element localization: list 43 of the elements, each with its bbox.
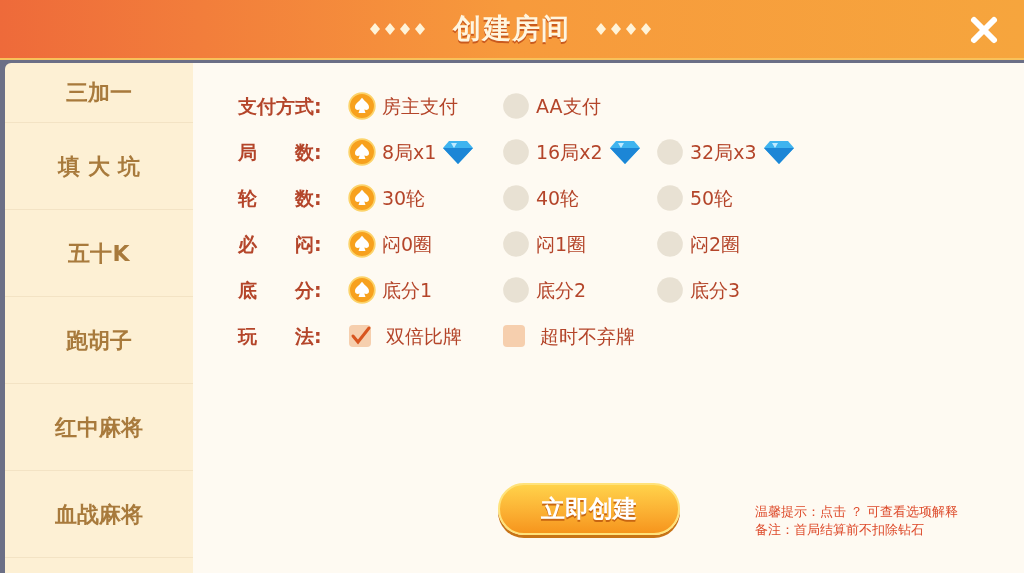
radio-button[interactable] xyxy=(348,92,376,120)
radio-button[interactable] xyxy=(348,138,376,166)
radio-button[interactable] xyxy=(502,184,530,212)
option-label: 40轮 xyxy=(536,185,580,211)
radio-button[interactable] xyxy=(348,276,376,304)
option-label: AA支付 xyxy=(536,93,601,119)
radio-button[interactable] xyxy=(656,230,684,258)
option-label: 50轮 xyxy=(690,185,734,211)
setting-label: 玩 法: xyxy=(238,323,323,349)
option-label: 闷2圈 xyxy=(690,231,741,257)
radio-button[interactable] xyxy=(502,276,530,304)
option-label: 房主支付 xyxy=(382,93,458,119)
checkbox[interactable] xyxy=(502,324,526,348)
close-icon xyxy=(968,14,1000,46)
option-label: 闷0圈 xyxy=(382,231,433,257)
option-label: 双倍比牌 xyxy=(386,323,462,349)
option-label: 超时不弃牌 xyxy=(540,323,635,349)
option-label: 底分2 xyxy=(536,277,587,303)
setting-label: 局 数: xyxy=(238,139,323,165)
radio-button[interactable] xyxy=(348,230,376,258)
radio-button[interactable] xyxy=(656,138,684,166)
option-label: 30轮 xyxy=(382,185,426,211)
radio-button[interactable] xyxy=(348,184,376,212)
hint-text: 温馨提示：点击 ？ 可查看选项解释 xyxy=(755,503,959,521)
option-label: 闷1圈 xyxy=(536,231,587,257)
window-title: 创建房间 xyxy=(453,11,571,47)
option-label: 底分1 xyxy=(382,277,433,303)
option-label: 32局x3 xyxy=(690,139,757,165)
hint-text: 备注：首局结算前不扣除钻石 xyxy=(755,521,925,539)
radio-button[interactable] xyxy=(656,276,684,304)
radio-button[interactable] xyxy=(656,184,684,212)
option-label: 16局x2 xyxy=(536,139,603,165)
radio-button[interactable] xyxy=(502,230,530,258)
setting-label: 必 闷: xyxy=(238,231,323,257)
setting-label: 支付方式: xyxy=(238,93,323,119)
setting-label: 轮 数: xyxy=(238,185,323,211)
checkbox[interactable] xyxy=(348,324,372,348)
create-room-button[interactable]: 立即创建 xyxy=(498,483,680,535)
option-label: 底分3 xyxy=(690,277,741,303)
option-label: 8局x1 xyxy=(382,139,437,165)
radio-button[interactable] xyxy=(502,92,530,120)
radio-button[interactable] xyxy=(502,138,530,166)
setting-label: 底 分: xyxy=(238,277,323,303)
